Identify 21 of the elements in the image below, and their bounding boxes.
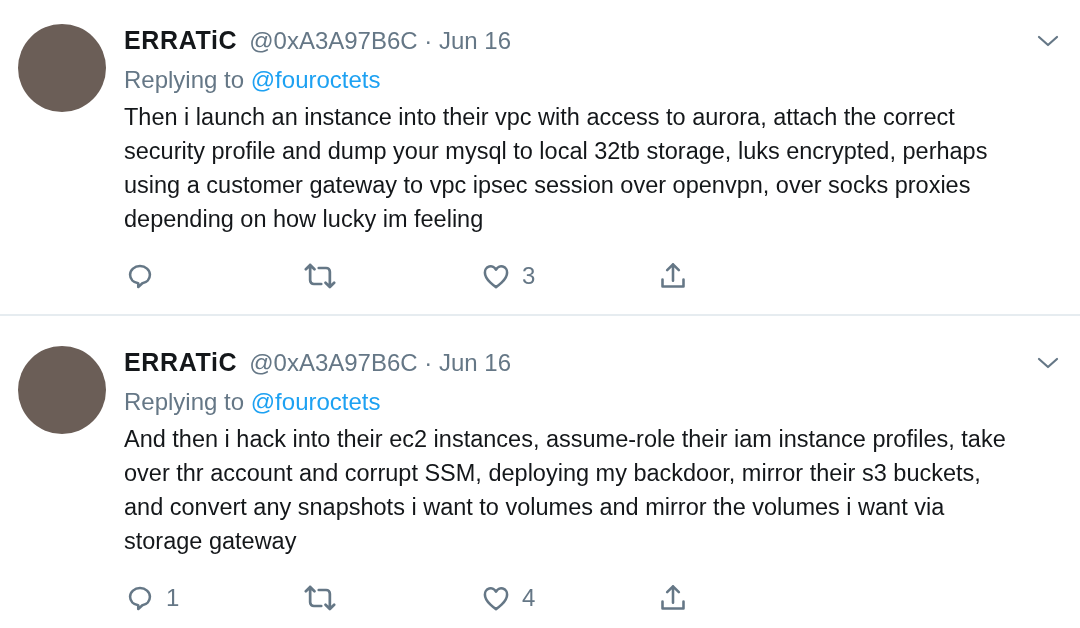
- heart-icon[interactable]: [482, 585, 510, 611]
- reply-icon[interactable]: [126, 584, 154, 612]
- display-name[interactable]: ERRATiC: [124, 22, 238, 60]
- retweet-icon[interactable]: [304, 584, 336, 612]
- chevron-down-icon[interactable]: [1036, 356, 1060, 370]
- tweet-text: Then i launch an instance into their vpc with access to aurora, attach the correct security profile and dump your mysql to local 32tb storage, luks encrypted, perhaps using a customer gateway to vpc ipsec session over openvpn, over socks proxies depending on how lucky im feeling: [124, 103, 989, 234]
- replying-to-text: Replying to @fouroctets: [124, 387, 382, 417]
- like-count: 3: [522, 261, 536, 291]
- reply-count: 1: [166, 583, 180, 613]
- replying-to-text: Replying to @fouroctets: [124, 65, 382, 95]
- like-count: 4: [522, 583, 536, 613]
- share-icon[interactable]: [660, 584, 686, 612]
- chevron-down-icon[interactable]: [1036, 34, 1060, 48]
- heart-icon[interactable]: [482, 263, 510, 289]
- reply-icon[interactable]: [126, 262, 154, 290]
- share-icon[interactable]: [660, 262, 686, 290]
- retweet-icon[interactable]: [304, 262, 336, 290]
- handle-and-date: @0xA3A97B6C · Jun 16: [249, 348, 512, 378]
- tweet-text: And then i hack into their ec2 instances, assume-role their iam instance profiles, take over thr account and corrupt SSM, deploying my backdoor, mirror their s3 buckets, and convert any snapshots i want to volumes and mirror the volumes i want via storage gateway: [124, 425, 1007, 556]
- handle-and-date: @0xA3A97B6C · Jun 16: [249, 26, 512, 56]
- display-name[interactable]: ERRATiC: [124, 344, 238, 382]
